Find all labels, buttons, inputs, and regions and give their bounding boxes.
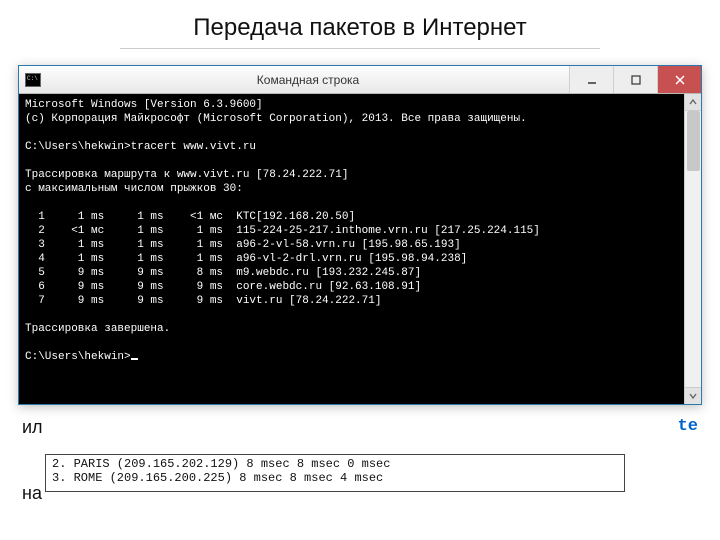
scroll-up-button[interactable] <box>685 94 701 111</box>
scroll-thumb[interactable] <box>687 111 700 171</box>
window-titlebar[interactable]: Командная строка <box>19 66 701 94</box>
bg-trace-box: 2. PARIS (209.165.202.129) 8 msec 8 msec… <box>45 454 625 492</box>
vertical-scrollbar[interactable] <box>684 94 701 404</box>
text-cursor <box>131 358 138 360</box>
cmd-app-icon <box>25 73 41 87</box>
maximize-icon <box>631 75 641 85</box>
maximize-button[interactable] <box>613 66 657 93</box>
chevron-down-icon <box>689 392 697 400</box>
chevron-up-icon <box>689 98 697 106</box>
minimize-icon <box>587 75 597 85</box>
close-button[interactable] <box>657 66 701 93</box>
close-icon <box>675 75 685 85</box>
slide-title: Передача пакетов в Интернет <box>120 0 600 49</box>
window-title: Командная строка <box>47 73 569 87</box>
minimize-button[interactable] <box>569 66 613 93</box>
window-control-buttons <box>569 66 701 93</box>
scroll-down-button[interactable] <box>685 387 701 404</box>
command-prompt-window: Командная строка Microsoft Windows [Vers… <box>18 65 702 405</box>
console-output[interactable]: Microsoft Windows [Version 6.3.9600] (c)… <box>19 94 701 404</box>
